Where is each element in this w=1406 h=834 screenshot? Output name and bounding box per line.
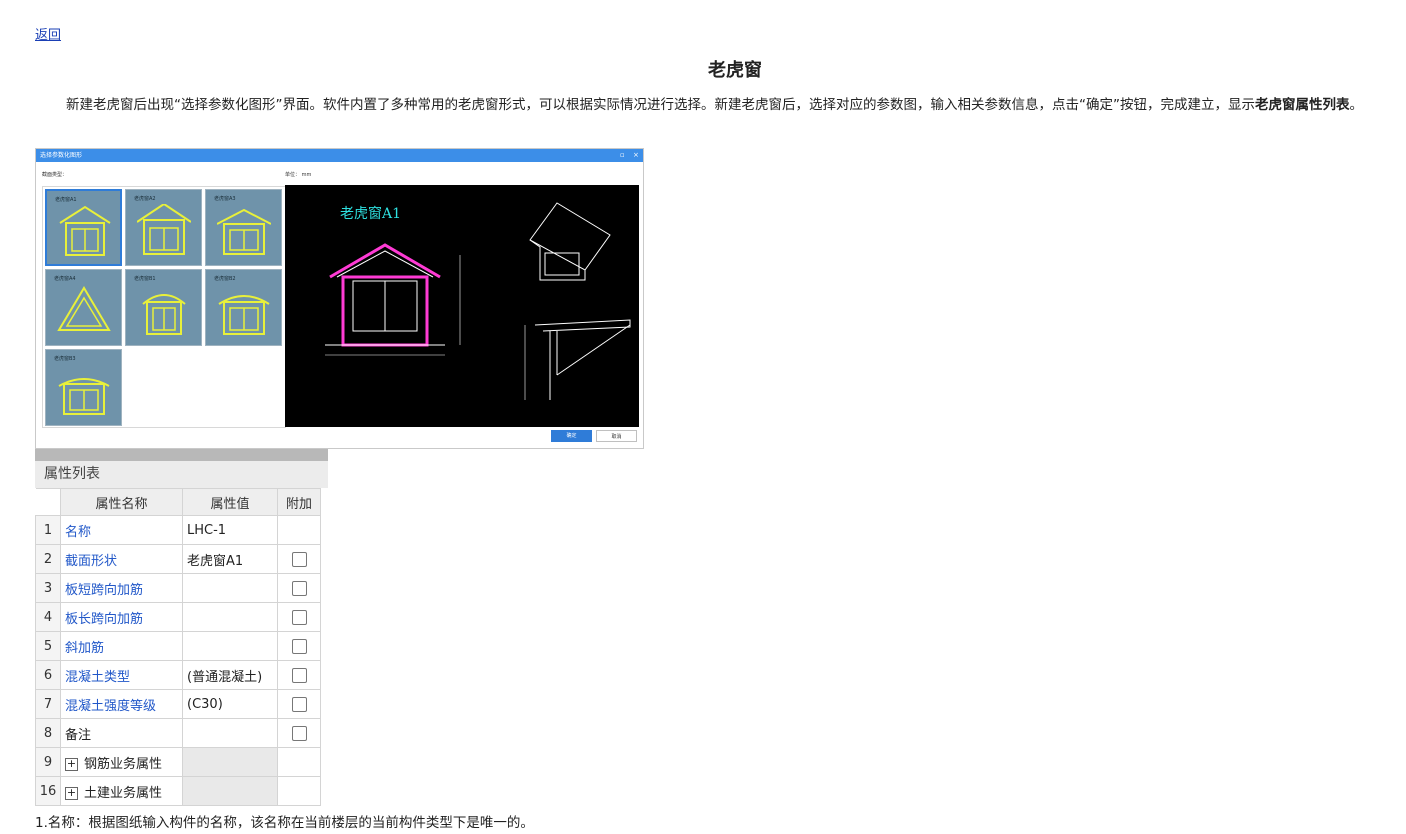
- col-value: 属性值: [182, 488, 278, 516]
- arched-window-low-icon: [58, 378, 110, 415]
- prop-value[interactable]: [182, 573, 278, 603]
- section-type-label: 截面类型：: [42, 172, 68, 178]
- shape-option[interactable]: 老虎窗A1: [45, 189, 122, 266]
- gable-window-wide-icon: [137, 204, 191, 255]
- shape-option[interactable]: 老虎窗A2: [125, 189, 202, 266]
- table-row: 6 混凝土类型 (普通混凝土): [35, 660, 321, 690]
- arched-window-wide-icon: [218, 295, 270, 335]
- attach-checkbox[interactable]: [291, 580, 307, 596]
- intro-bold: 老虎窗属性列表: [1254, 97, 1350, 113]
- table-row-group: 9 + 钢筋业务属性: [35, 747, 321, 777]
- dormer-drawing: 老虎窗A1: [325, 202, 631, 400]
- prop-value[interactable]: (普通混凝土): [182, 660, 278, 690]
- back-link[interactable]: 返回: [35, 24, 61, 43]
- table-row-group: 16 + 土建业务属性: [35, 776, 321, 806]
- attach-checkbox[interactable]: [291, 725, 307, 741]
- prop-name[interactable]: 板短跨向加筋: [60, 573, 183, 603]
- prop-value[interactable]: 老虎窗A1: [182, 544, 278, 574]
- gable-window-icon: [59, 205, 111, 256]
- preview-title: 老虎窗A1: [340, 205, 401, 222]
- unit-label: 单位： mm: [285, 172, 312, 178]
- table-row: 8 备注: [35, 718, 321, 748]
- shape-option[interactable]: 老虎窗B2: [205, 269, 282, 346]
- shape-grid: 老虎窗A1 老虎窗A2 老虎窗A3 老虎窗A4 老虎窗B1 老虎窗B2 老虎窗B…: [42, 186, 286, 428]
- panel-topbar: [35, 449, 328, 461]
- table-row: 3 板短跨向加筋: [35, 573, 321, 603]
- close-icon[interactable]: ×: [633, 149, 639, 162]
- prop-value: [182, 747, 278, 777]
- table-row: 1 名称 LHC-1: [35, 515, 321, 545]
- prop-value[interactable]: LHC-1: [182, 515, 278, 545]
- property-table: 属性名称 属性值 附加 1 名称 LHC-1 2 截面形状 老虎窗A1 3 板短…: [35, 488, 321, 806]
- col-name: 属性名称: [60, 488, 183, 516]
- dialog-titlebar: 选择参数化图形 ▫ ×: [36, 149, 643, 162]
- footnote: 1.名称：根据图纸输入构件的名称，该名称在当前楼层的当前构件类型下是唯一的。: [35, 815, 534, 831]
- shape-preview-canvas: 老虎窗A1: [285, 185, 639, 427]
- intro-paragraph: 新建老虎窗后出现“选择参数化图形”界面。软件内置了多种常用的老虎窗形式，可以根据…: [66, 97, 1363, 113]
- attach-checkbox[interactable]: [291, 551, 307, 567]
- shape-option[interactable]: 老虎窗A4: [45, 269, 122, 346]
- shape-option[interactable]: 老虎窗A3: [205, 189, 282, 266]
- parametric-shape-dialog: 选择参数化图形 ▫ × 截面类型： 单位： mm 老虎窗A1 老虎窗A2 老虎窗…: [35, 148, 644, 449]
- table-row: 5 斜加筋: [35, 631, 321, 661]
- expand-icon[interactable]: +: [65, 757, 78, 771]
- attach-checkbox[interactable]: [291, 667, 307, 683]
- prop-value: [182, 776, 278, 806]
- property-list-panel: 属性列表 属性名称 属性值 附加 1 名称 LHC-1 2 截面形状 老虎窗A1…: [35, 449, 328, 806]
- prop-name[interactable]: 名称: [60, 515, 183, 545]
- attach-checkbox[interactable]: [291, 609, 307, 625]
- prop-name[interactable]: 斜加筋: [60, 631, 183, 661]
- expand-icon[interactable]: +: [65, 786, 78, 800]
- prop-name[interactable]: 混凝土强度等级: [60, 689, 183, 719]
- prop-name[interactable]: 板长跨向加筋: [60, 602, 183, 632]
- col-extra: 附加: [277, 488, 321, 516]
- table-header: 属性名称 属性值 附加: [35, 488, 321, 516]
- shape-option[interactable]: 老虎窗B1: [125, 269, 202, 346]
- restore-icon[interactable]: ▫: [620, 149, 625, 162]
- page-title: 老虎窗: [708, 60, 762, 81]
- ok-button[interactable]: 确定: [551, 430, 592, 442]
- table-row: 4 板长跨向加筋: [35, 602, 321, 632]
- prop-name[interactable]: 混凝土类型: [60, 660, 183, 690]
- attach-checkbox[interactable]: [291, 696, 307, 712]
- prop-value[interactable]: [182, 631, 278, 661]
- dialog-title: 选择参数化图形: [40, 152, 83, 159]
- prop-value[interactable]: [182, 718, 278, 748]
- cancel-button[interactable]: 取消: [596, 430, 637, 442]
- arched-window-icon: [142, 294, 186, 335]
- prop-value[interactable]: (C30): [182, 689, 278, 719]
- prop-group[interactable]: + 土建业务属性: [60, 776, 183, 806]
- gable-window-flat-icon: [217, 208, 271, 255]
- property-list-title: 属性列表: [35, 461, 328, 488]
- table-row: 7 混凝土强度等级 (C30): [35, 689, 321, 719]
- prop-name[interactable]: 备注: [60, 718, 183, 748]
- triangle-window-icon: [57, 286, 111, 331]
- prop-group[interactable]: + 钢筋业务属性: [60, 747, 183, 777]
- table-row: 2 截面形状 老虎窗A1: [35, 544, 321, 574]
- prop-name[interactable]: 截面形状: [60, 544, 183, 574]
- shape-option[interactable]: 老虎窗B3: [45, 349, 122, 426]
- prop-value[interactable]: [182, 602, 278, 632]
- attach-checkbox[interactable]: [291, 638, 307, 654]
